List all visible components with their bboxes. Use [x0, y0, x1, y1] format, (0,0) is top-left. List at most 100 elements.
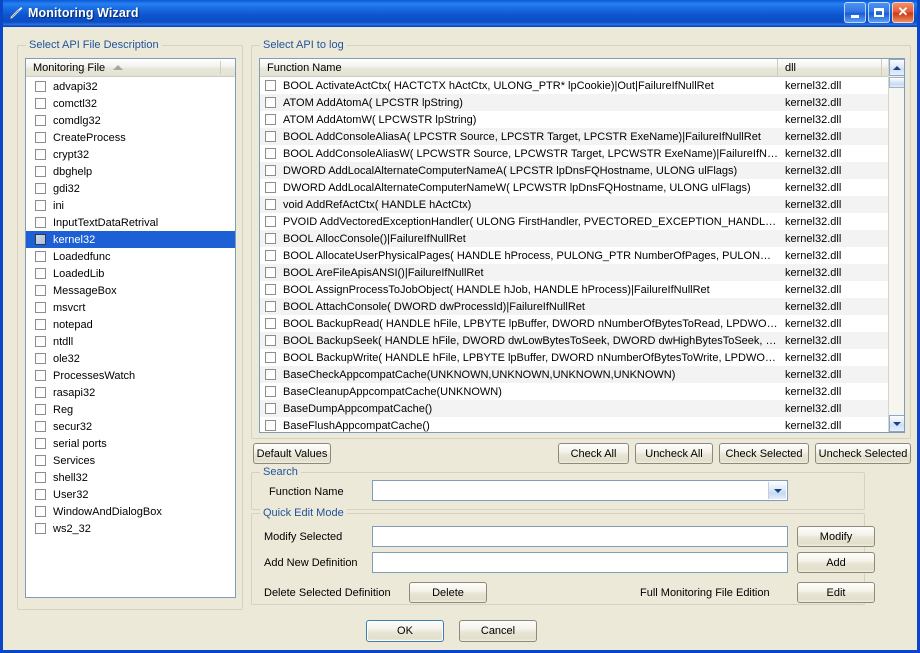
checkbox[interactable]: [35, 166, 46, 177]
checkbox[interactable]: [35, 455, 46, 466]
checkbox[interactable]: [35, 183, 46, 194]
monitoring-file-row[interactable]: ntdll: [26, 333, 235, 350]
monitoring-file-row[interactable]: ws2_32: [26, 520, 235, 537]
maximize-button[interactable]: [868, 2, 890, 23]
checkbox[interactable]: [35, 200, 46, 211]
function-row[interactable]: DWORD AddLocalAlternateComputerNameA( LP…: [260, 162, 904, 179]
monitoring-file-row[interactable]: Reg: [26, 401, 235, 418]
checkbox[interactable]: [265, 97, 276, 108]
function-row[interactable]: BOOL BackupSeek( HANDLE hFile, DWORD dwL…: [260, 332, 904, 349]
close-button[interactable]: ✕: [892, 2, 914, 23]
checkbox[interactable]: [265, 386, 276, 397]
monitoring-file-row[interactable]: WindowAndDialogBox: [26, 503, 235, 520]
column-header-function-name[interactable]: Function Name: [260, 59, 778, 76]
monitoring-file-row[interactable]: comctl32: [26, 95, 235, 112]
checkbox[interactable]: [35, 370, 46, 381]
monitoring-file-row[interactable]: msvcrt: [26, 299, 235, 316]
function-row[interactable]: BOOL AllocConsole()|FailureIfNullRet kern…: [260, 230, 904, 247]
monitoring-file-column-header[interactable]: Monitoring File: [26, 59, 235, 77]
checkbox[interactable]: [35, 268, 46, 279]
monitoring-file-row[interactable]: dbghelp: [26, 163, 235, 180]
monitoring-file-row[interactable]: User32: [26, 486, 235, 503]
function-list[interactable]: Function Name dll BOOL ActivateActCtx( H…: [259, 58, 905, 433]
monitoring-file-row[interactable]: CreateProcess: [26, 129, 235, 146]
checkbox[interactable]: [265, 301, 276, 312]
monitoring-file-row[interactable]: shell32: [26, 469, 235, 486]
column-header-dll[interactable]: dll: [778, 59, 882, 76]
function-row[interactable]: DWORD AddLocalAlternateComputerNameW( LP…: [260, 179, 904, 196]
uncheck-all-button[interactable]: Uncheck All: [635, 443, 713, 464]
checkbox[interactable]: [35, 234, 46, 245]
search-function-name-combo[interactable]: [372, 480, 788, 501]
checkbox[interactable]: [265, 250, 276, 261]
uncheck-selected-button[interactable]: Uncheck Selected: [815, 443, 911, 464]
monitoring-file-row[interactable]: notepad: [26, 316, 235, 333]
modify-button[interactable]: Modify: [797, 526, 875, 547]
function-row[interactable]: BaseCleanupAppcompatCache(UNKNOWN) kernel…: [260, 383, 904, 400]
monitoring-file-row[interactable]: ini: [26, 197, 235, 214]
checkbox[interactable]: [35, 336, 46, 347]
checkbox[interactable]: [35, 115, 46, 126]
ok-button[interactable]: OK: [366, 620, 444, 642]
scrollbar-thumb[interactable]: [889, 77, 904, 88]
function-row[interactable]: PVOID AddVectoredExceptionHandler( ULONG…: [260, 213, 904, 230]
checkbox[interactable]: [265, 165, 276, 176]
monitoring-file-row[interactable]: ProcessesWatch: [26, 367, 235, 384]
function-row[interactable]: BOOL AreFileApisANSI()|FailureIfNullRet k…: [260, 264, 904, 281]
edit-button[interactable]: Edit: [797, 582, 875, 603]
monitoring-file-list[interactable]: Monitoring File advapi32 comctl32 comdlg32…: [25, 58, 236, 598]
monitoring-file-row[interactable]: crypt32: [26, 146, 235, 163]
check-all-button[interactable]: Check All: [558, 443, 629, 464]
monitoring-file-row[interactable]: advapi32: [26, 78, 235, 95]
checkbox[interactable]: [35, 132, 46, 143]
checkbox[interactable]: [265, 233, 276, 244]
checkbox[interactable]: [35, 472, 46, 483]
checkbox[interactable]: [265, 369, 276, 380]
checkbox[interactable]: [265, 80, 276, 91]
monitoring-file-row[interactable]: InputTextDataRetrival: [26, 214, 235, 231]
checkbox[interactable]: [265, 216, 276, 227]
function-row[interactable]: BaseFlushAppcompatCache() kernel32.dll: [260, 417, 904, 432]
function-row[interactable]: BOOL BackupWrite( HANDLE hFile, LPBYTE l…: [260, 349, 904, 366]
checkbox[interactable]: [35, 285, 46, 296]
monitoring-file-row[interactable]: kernel32: [26, 231, 235, 248]
checkbox[interactable]: [35, 421, 46, 432]
default-values-button[interactable]: Default Values: [253, 443, 331, 464]
checkbox[interactable]: [35, 217, 46, 228]
scroll-down-button[interactable]: [889, 415, 904, 432]
scrollbar-track[interactable]: [889, 88, 904, 415]
checkbox[interactable]: [265, 182, 276, 193]
function-row[interactable]: BaseDumpAppcompatCache() kernel32.dll: [260, 400, 904, 417]
checkbox[interactable]: [35, 353, 46, 364]
checkbox[interactable]: [35, 302, 46, 313]
checkbox[interactable]: [265, 148, 276, 159]
checkbox[interactable]: [35, 523, 46, 534]
function-row[interactable]: BOOL ActivateActCtx( HACTCTX hActCtx, UL…: [260, 77, 904, 94]
function-row[interactable]: BOOL AttachConsole( DWORD dwProcessId)|F…: [260, 298, 904, 315]
checkbox[interactable]: [35, 98, 46, 109]
checkbox[interactable]: [35, 387, 46, 398]
function-row[interactable]: BaseCheckAppcompatCache(UNKNOWN,UNKNOWN,…: [260, 366, 904, 383]
monitoring-file-row[interactable]: secur32: [26, 418, 235, 435]
monitoring-file-row[interactable]: Loadedfunc: [26, 248, 235, 265]
checkbox[interactable]: [35, 506, 46, 517]
add-new-definition-input[interactable]: [372, 552, 788, 573]
minimize-button[interactable]: [844, 2, 866, 23]
checkbox[interactable]: [35, 404, 46, 415]
function-row[interactable]: void AddRefActCtx( HANDLE hActCtx) kernel…: [260, 196, 904, 213]
checkbox[interactable]: [35, 149, 46, 160]
checkbox[interactable]: [265, 352, 276, 363]
function-row[interactable]: BOOL AllocateUserPhysicalPages( HANDLE h…: [260, 247, 904, 264]
monitoring-file-row[interactable]: MessageBox: [26, 282, 235, 299]
cancel-button[interactable]: Cancel: [459, 620, 537, 642]
function-row[interactable]: ATOM AddAtomW( LPCWSTR lpString) kernel32…: [260, 111, 904, 128]
monitoring-file-row[interactable]: serial ports: [26, 435, 235, 452]
monitoring-file-row[interactable]: LoadedLib: [26, 265, 235, 282]
monitoring-file-row[interactable]: ole32: [26, 350, 235, 367]
modify-selected-input[interactable]: [372, 526, 788, 547]
monitoring-file-row[interactable]: Services: [26, 452, 235, 469]
checkbox[interactable]: [265, 267, 276, 278]
checkbox[interactable]: [35, 251, 46, 262]
checkbox[interactable]: [35, 319, 46, 330]
checkbox[interactable]: [35, 81, 46, 92]
